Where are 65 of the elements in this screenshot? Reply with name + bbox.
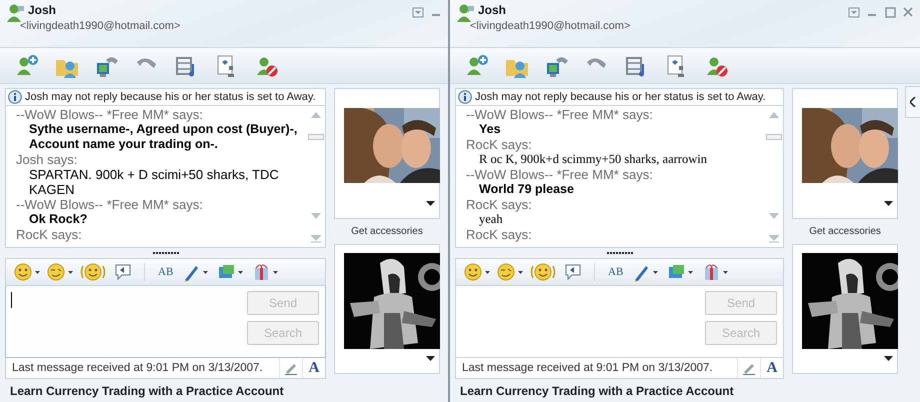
sender-line: --WoW Blows-- *Free MM* says:	[16, 107, 204, 122]
ad-banner-text[interactable]: Learn Currency Trading with a Practice Account	[450, 379, 734, 398]
status-text: Last message received at 9:01 PM on 3/13/2007.	[461, 362, 714, 374]
message-text: World 79 please	[478, 182, 575, 197]
sender-line: RocK says:	[466, 227, 533, 242]
contact-name: Josh	[28, 3, 58, 18]
dropdown-icon[interactable]	[426, 356, 435, 361]
smiley-icon[interactable]	[464, 262, 490, 282]
spell-check-button[interactable]: AB	[606, 264, 626, 280]
away-notice: Josh may not reply because his or her status is set to Away.	[475, 91, 766, 103]
sender-line: --WoW Blows-- *Free MM* says:	[16, 197, 204, 212]
voice-clip-icon[interactable]	[113, 262, 133, 282]
contact-email: <livingdeath1990@hotmail.com>	[470, 19, 630, 33]
contact-name: Josh	[478, 3, 508, 18]
sender-line: Josh says:	[16, 152, 78, 167]
message-text: Sythe username-, Agreed upon cost (Buyer)-, Account name your trading on-.	[28, 122, 298, 152]
accessories-link[interactable]: Get accessories	[334, 219, 440, 244]
dropdown-icon[interactable]	[884, 201, 894, 206]
contact-icon	[5, 3, 25, 23]
gift-icon[interactable]	[702, 262, 730, 282]
collapse-tab[interactable]	[905, 86, 920, 118]
menu-icon[interactable]	[848, 6, 860, 18]
nudge-icon[interactable]	[530, 262, 556, 282]
info-icon	[8, 90, 22, 104]
away-notice: Josh may not reply because his or her status is set to Away.	[25, 91, 316, 103]
maximize-icon[interactable]	[884, 6, 896, 18]
contact-icon	[455, 3, 475, 23]
status-text: Last message received at 9:01 PM on 3/13/2007.	[11, 362, 264, 374]
smiley-icon[interactable]	[14, 262, 40, 282]
pen-icon[interactable]	[742, 361, 756, 375]
font-button[interactable]: A	[303, 358, 325, 378]
voice-clip-icon[interactable]	[563, 262, 583, 282]
sender-line: --WoW Blows-- *Free MM* says:	[466, 107, 654, 122]
dropdown-icon[interactable]	[426, 201, 435, 206]
info-icon	[458, 90, 472, 104]
pen-icon[interactable]	[284, 361, 298, 375]
sender-line: RocK says:	[466, 197, 533, 212]
text-cursor	[11, 292, 12, 308]
wink-icon[interactable]	[47, 262, 73, 282]
message-text: R oc K, 900k+d scimmy+50 sharks, aarrowin	[478, 152, 708, 167]
sender-line: --WoW Blows-- *Free MM* says:	[466, 167, 654, 182]
dropdown-icon[interactable]	[884, 356, 894, 361]
wink-icon[interactable]	[497, 262, 523, 282]
ad-banner-text[interactable]: Learn Currency Trading with a Practice Account	[0, 379, 284, 398]
gift-icon[interactable]	[252, 262, 280, 282]
accessories-link[interactable]: Get accessories	[792, 219, 898, 244]
message-text: Ok Rock?	[28, 212, 88, 227]
add-contact-icon[interactable]	[464, 54, 488, 78]
sender-line: RocK says:	[16, 227, 83, 242]
message-text: SPARTAN. 900k + D scimi+50 sharks, TDC KAGEN	[28, 167, 280, 197]
scroll-thumb-icon[interactable]	[766, 134, 782, 140]
close-icon[interactable]	[902, 6, 914, 18]
message-text: Yes	[478, 122, 502, 137]
resize-grip-icon[interactable]	[152, 252, 180, 254]
add-contact-icon[interactable]	[14, 54, 38, 78]
sender-line: RocK says:	[466, 137, 533, 152]
message-text: yeah	[478, 212, 504, 227]
font-button[interactable]: A	[761, 358, 784, 378]
nudge-icon[interactable]	[80, 262, 106, 282]
contact-email: <livingdeath1990@hotmail.com>	[20, 19, 180, 33]
spell-check-button[interactable]: AB	[156, 264, 176, 280]
chevron-left-icon	[910, 97, 916, 107]
resize-grip-icon[interactable]	[606, 252, 634, 254]
scroll-thumb-icon[interactable]	[308, 134, 324, 140]
menu-icon[interactable]	[412, 6, 424, 18]
